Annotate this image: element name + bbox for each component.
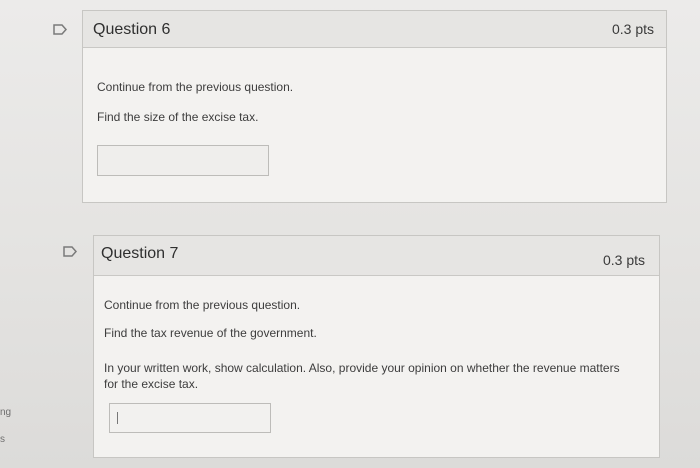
question-7-header: Question 7 0.3 pts (94, 236, 659, 276)
text-cursor (117, 412, 118, 424)
question-6-title: Question 6 (93, 21, 171, 38)
question-7-title: Question 7 (101, 245, 179, 262)
question-7-answer-input[interactable] (109, 403, 271, 433)
flag-outline-icon[interactable] (53, 24, 67, 35)
question-7-line-3: In your written work, show calculation. … (104, 361, 620, 375)
flag-outline-icon[interactable] (63, 246, 77, 257)
question-7-line-2: Find the tax revenue of the government. (104, 326, 317, 340)
question-6-header: Question 6 0.3 pts (83, 11, 666, 48)
question-6-answer-input[interactable] (97, 145, 269, 176)
question-7-line-1: Continue from the previous question. (104, 298, 301, 312)
quiz-page: ng s Question 6 0.3 pts Continue from th… (0, 0, 700, 468)
question-7-points: 0.3 pts (602, 252, 645, 268)
sidebar-fragment-s: s (0, 434, 5, 445)
question-7-card: Question 7 0.3 pts Continue from the pre… (93, 235, 660, 458)
question-6-line-2: Find the size of the excise tax. (97, 110, 259, 124)
question-6-points: 0.3 pts (611, 21, 654, 37)
question-6-card: Question 6 0.3 pts Continue from the pre… (82, 10, 667, 203)
sidebar-fragment-ng: ng (0, 407, 12, 418)
question-7-line-4: for the excise tax. (104, 377, 199, 391)
question-6-line-1: Continue from the previous question. (97, 80, 294, 94)
